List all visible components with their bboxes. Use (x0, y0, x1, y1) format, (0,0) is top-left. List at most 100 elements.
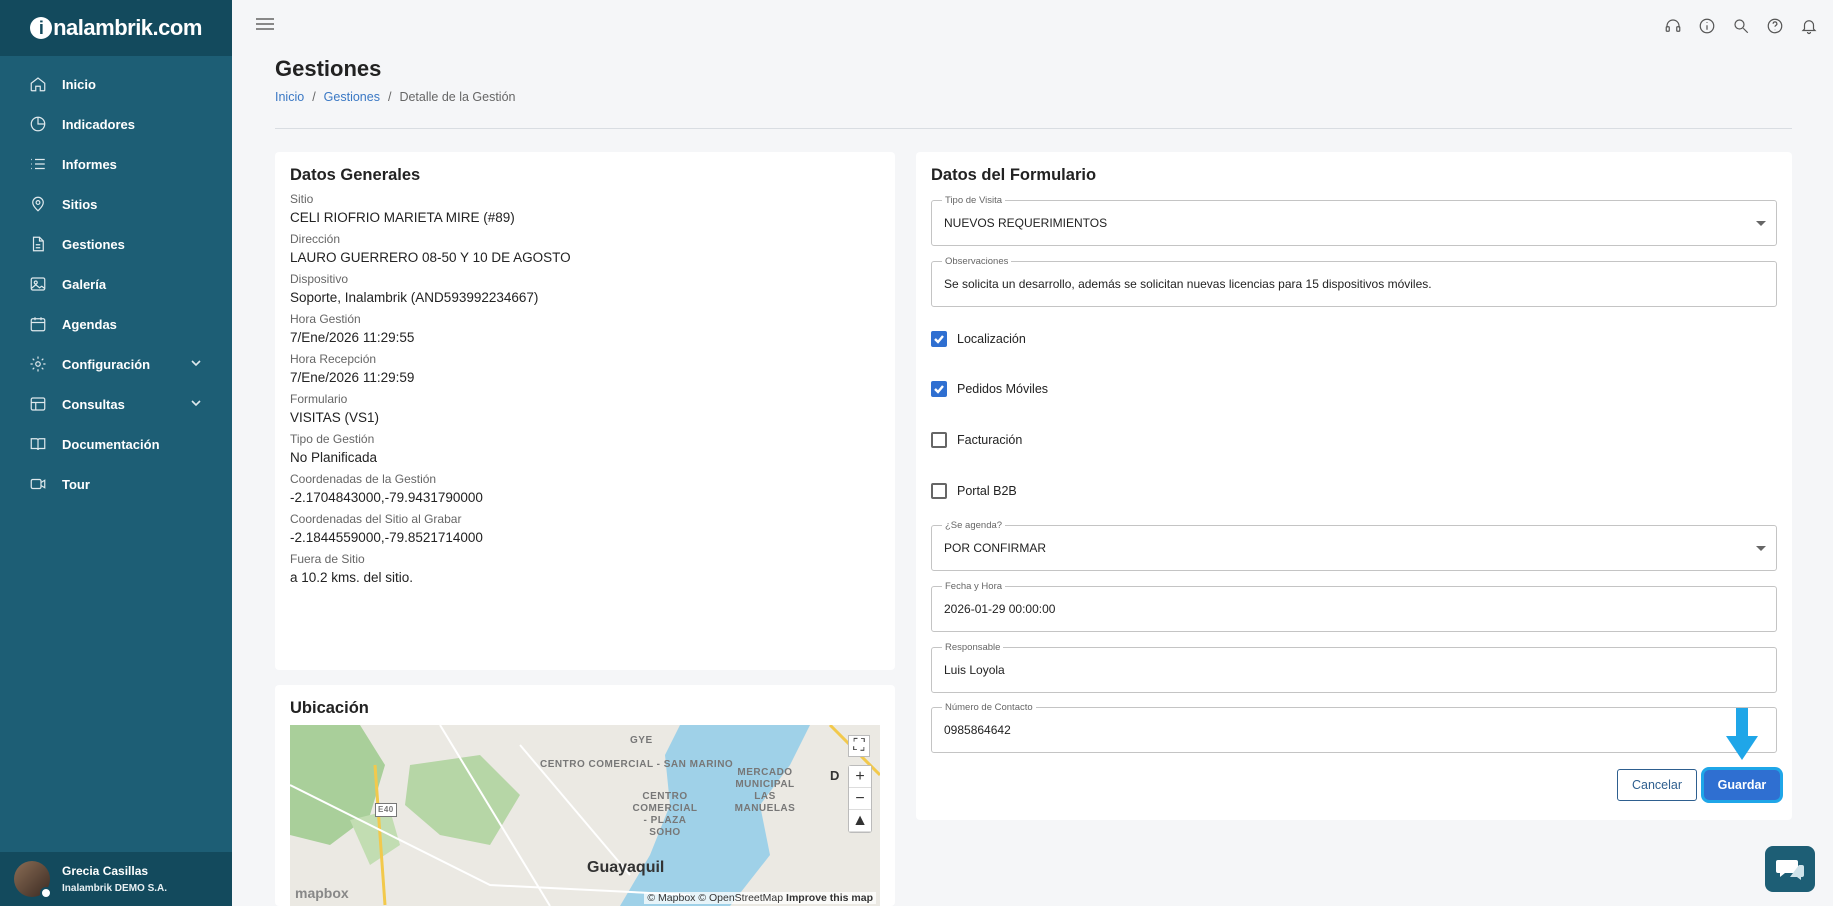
checkbox-localizacion[interactable]: Localización (931, 331, 1026, 347)
field-label: Sitio (290, 192, 314, 206)
help-icon[interactable] (1765, 16, 1785, 36)
fullscreen-icon[interactable]: ⛶ (848, 735, 870, 757)
brand-logo[interactable]: i nalambrik.com (0, 0, 232, 56)
field-label: Coordenadas del Sitio al Grabar (290, 512, 462, 526)
sidebar: i nalambrik.com Inicio Indicadores Inform… (0, 0, 232, 906)
checkbox-pedidos-moviles[interactable]: Pedidos Móviles (931, 381, 1048, 397)
sidebar-item-consultas[interactable]: Consultas (0, 384, 232, 424)
map-view[interactable]: CENTRO COMERCIAL - SAN MARINO CENTRO COM… (290, 725, 880, 906)
table-icon (28, 394, 48, 414)
image-icon (28, 274, 48, 294)
improve-map-link[interactable]: Improve this map (786, 892, 873, 904)
map-city-label: Guayaquil (587, 859, 665, 876)
search-icon[interactable] (1731, 16, 1751, 36)
observaciones-field[interactable]: Observaciones Se solicita un desarrollo,… (931, 256, 1777, 307)
user-profile[interactable]: Grecia Casillas Inalambrik DEMO S.A. (0, 852, 232, 906)
user-company: Inalambrik DEMO S.A. (62, 883, 168, 894)
dropdown-arrow-icon (1756, 221, 1766, 226)
checkbox-portal-b2b[interactable]: Portal B2B (931, 483, 1017, 499)
sidebar-item-agendas[interactable]: Agendas (0, 304, 232, 344)
breadcrumb-section-link[interactable]: Gestiones (324, 90, 380, 104)
field-label: Coordenadas de la Gestión (290, 472, 437, 486)
field-value: 0985864642 (944, 723, 1011, 737)
menu-icon[interactable] (256, 18, 274, 32)
chat-button[interactable] (1765, 846, 1815, 892)
field-hora-gestion: Hora Gestión 7/Ene/2026 11:29:55 (290, 312, 880, 345)
zoom-out-button[interactable]: − (849, 788, 871, 810)
sidebar-item-gestiones[interactable]: Gestiones (0, 224, 232, 264)
field-value: POR CONFIRMAR (944, 541, 1046, 555)
road-shield-label: E40 (375, 803, 397, 817)
sidebar-item-galeria[interactable]: Galería (0, 264, 232, 304)
topbar (232, 0, 1833, 54)
field-label: Dispositivo (290, 272, 349, 286)
sidebar-item-tour[interactable]: Tour (0, 464, 232, 504)
checkbox-label: Localización (957, 332, 1026, 346)
field-label: Hora Recepción (290, 352, 377, 366)
checkbox-checked[interactable] (931, 331, 947, 347)
card-title: Datos del Formulario (931, 166, 1097, 184)
avatar (14, 861, 52, 899)
breadcrumb-home-link[interactable]: Inicio (275, 90, 304, 104)
document-icon (28, 234, 48, 254)
sidebar-item-indicadores[interactable]: Indicadores (0, 104, 232, 144)
zoom-in-button[interactable]: + (849, 766, 871, 788)
field-value: Soporte, Inalambrik (AND593992234667) (290, 290, 539, 305)
sidebar-item-label: Informes (62, 156, 117, 172)
sidebar-item-label: Consultas (62, 396, 125, 412)
breadcrumb-separator: / (312, 90, 316, 104)
bell-icon[interactable] (1799, 16, 1819, 36)
sidebar-item-configuracion[interactable]: Configuración (0, 344, 232, 384)
checkbox-checked[interactable] (931, 381, 947, 397)
checkbox-unchecked[interactable] (931, 483, 947, 499)
tipo-visita-select[interactable]: Tipo de Visita NUEVOS REQUERIMIENTOS (931, 195, 1777, 246)
field-coordenadas-sitio: Coordenadas del Sitio al Grabar -2.18445… (290, 512, 880, 545)
cancel-button[interactable]: Cancelar (1617, 769, 1697, 801)
sidebar-item-informes[interactable]: Informes (0, 144, 232, 184)
sidebar-item-label: Gestiones (62, 236, 125, 252)
home-icon (28, 74, 48, 94)
field-value: -2.1844559000,-79.8521714000 (290, 530, 483, 545)
field-value: 7/Ene/2026 11:29:59 (290, 370, 415, 385)
sidebar-item-documentacion[interactable]: Documentación (0, 424, 232, 464)
logo-badge: i (30, 17, 53, 39)
sidebar-item-sitios[interactable]: Sitios (0, 184, 232, 224)
headset-icon[interactable] (1663, 16, 1683, 36)
contacto-field[interactable]: Número de Contacto 0985864642 (931, 702, 1777, 753)
attribution-text[interactable]: © Mapbox © OpenStreetMap (647, 892, 783, 904)
map-zoom-controls: + − ▲ (848, 765, 872, 833)
field-value: -2.1704843000,-79.9431790000 (290, 490, 483, 505)
field-label: Tipo de Visita (942, 195, 1006, 206)
field-value: No Planificada (290, 450, 378, 465)
gear-icon (28, 354, 48, 374)
checkbox-unchecked[interactable] (931, 432, 947, 448)
compass-icon[interactable]: ▲ (849, 810, 871, 832)
map-controls: ⛶ + − ▲ (848, 735, 872, 833)
dropdown-arrow-icon (1756, 546, 1766, 551)
book-icon (28, 434, 48, 454)
field-value: CELI RIOFRIO MARIETA MIRE (#89) (290, 210, 515, 225)
header-divider (275, 128, 1792, 129)
fecha-hora-field[interactable]: Fecha y Hora 2026-01-29 00:00:00 (931, 581, 1777, 632)
responsable-field[interactable]: Responsable Luis Loyola (931, 642, 1777, 693)
chat-icon (1776, 860, 1804, 880)
agenda-select[interactable]: ¿Se agenda? POR CONFIRMAR (931, 520, 1777, 571)
sidebar-item-inicio[interactable]: Inicio (0, 64, 232, 104)
field-value: NUEVOS REQUERIMIENTOS (944, 216, 1108, 230)
save-button[interactable]: Guardar (1701, 767, 1783, 803)
field-label: Hora Gestión (290, 312, 361, 326)
field-formulario: Formulario VISITAS (VS1) (290, 392, 880, 425)
sidebar-item-label: Sitios (62, 196, 98, 212)
field-label: Fuera de Sitio (290, 552, 365, 566)
info-icon[interactable] (1697, 16, 1717, 36)
checkbox-facturacion[interactable]: Facturación (931, 432, 1022, 448)
list-icon (28, 154, 48, 174)
chevron-down-icon (190, 357, 202, 369)
card-title: Datos Generales (290, 166, 421, 184)
sidebar-item-label: Documentación (62, 436, 160, 452)
mapbox-logo[interactable]: mapbox (295, 885, 349, 901)
map-label: GYE (630, 735, 653, 746)
topbar-actions (1663, 16, 1819, 36)
field-label: Responsable (942, 642, 1004, 653)
field-value: VISITAS (VS1) (290, 410, 380, 425)
